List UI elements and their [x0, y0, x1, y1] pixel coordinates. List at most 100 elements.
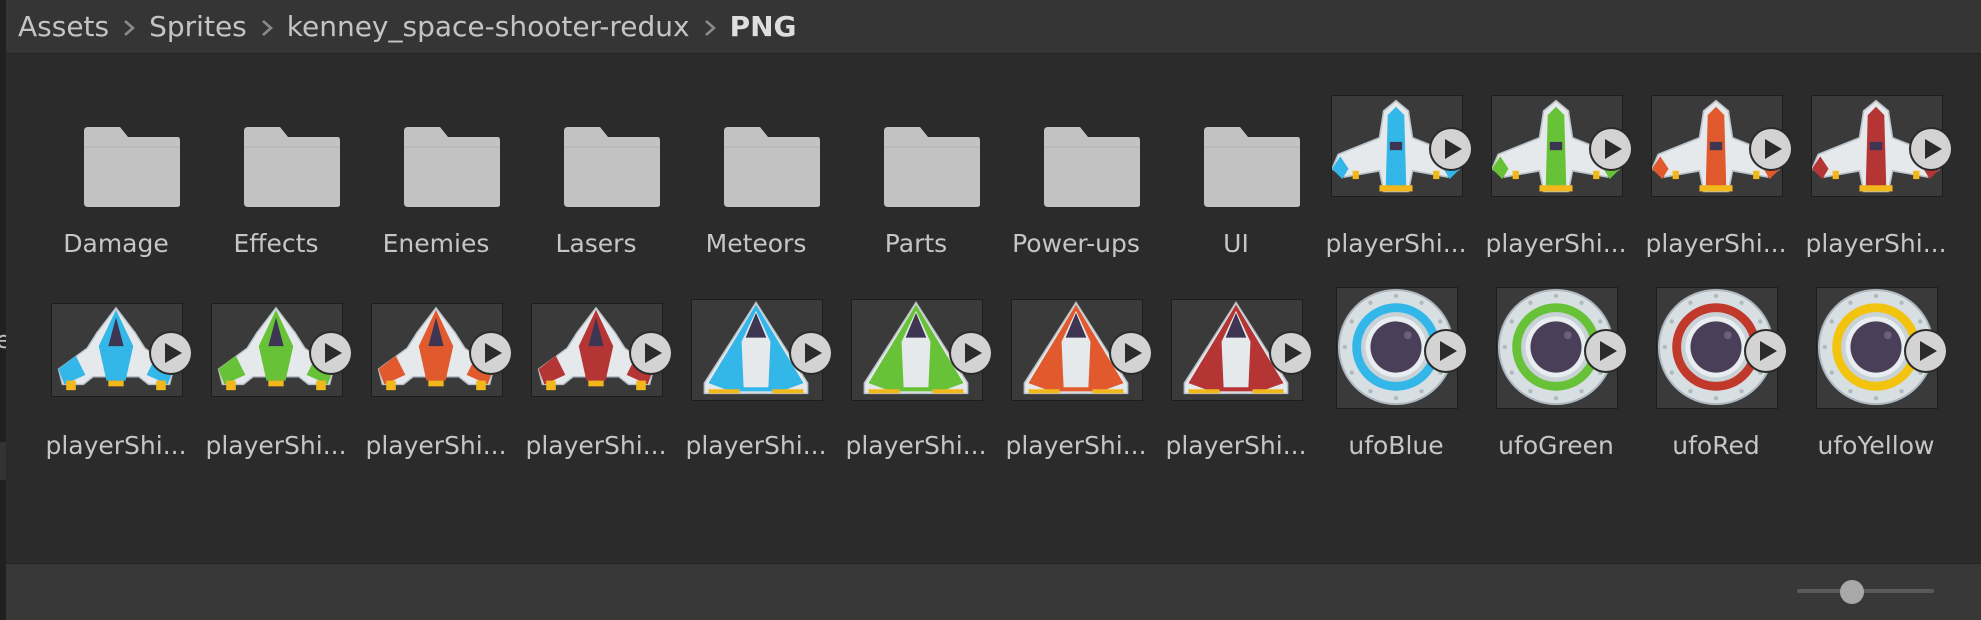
sprite-asset-item[interactable]: playerShi... — [841, 299, 991, 460]
asset-thumbnail — [1801, 287, 1951, 419]
breadcrumb-item[interactable]: Sprites — [149, 10, 247, 43]
asset-label: Effects — [233, 229, 319, 258]
sprite-asset-item[interactable]: playerShi... — [41, 303, 191, 460]
folder-icon — [404, 127, 500, 207]
folder-item[interactable]: Power-ups — [1001, 105, 1151, 258]
play-icon[interactable] — [1111, 333, 1151, 373]
chevron-right-icon — [261, 19, 273, 36]
asset-label: playerShi... — [685, 431, 827, 460]
sprite-asset-item[interactable]: playerShi... — [1161, 299, 1311, 460]
folder-item[interactable]: Meteors — [681, 105, 831, 258]
play-icon[interactable] — [1271, 333, 1311, 373]
asset-label: playerShi... — [45, 431, 187, 460]
asset-label: ufoBlue — [1348, 431, 1444, 460]
sprite-asset-item[interactable]: playerShi... — [1641, 95, 1791, 258]
asset-label: ufoRed — [1672, 431, 1760, 460]
breadcrumb-item[interactable]: kenney_space-shooter-redux — [287, 10, 690, 43]
play-icon[interactable] — [471, 333, 511, 373]
play-icon[interactable] — [951, 333, 991, 373]
asset-label: playerShi... — [1325, 229, 1467, 258]
asset-thumbnail — [841, 299, 991, 419]
asset-label: playerShi... — [365, 431, 507, 460]
folder-item[interactable]: UI — [1161, 105, 1311, 258]
sprite-asset-item[interactable]: playerShi... — [681, 299, 831, 460]
asset-label: UI — [1223, 229, 1249, 258]
asset-label: Damage — [63, 229, 169, 258]
project-browser-panel: Assets Sprites kenney_space-shooter-redux P… — [6, 0, 1981, 620]
folder-icon — [244, 127, 340, 207]
folder-icon — [84, 127, 180, 207]
play-icon[interactable] — [1591, 129, 1631, 169]
asset-label: Power-ups — [1012, 229, 1140, 258]
asset-thumbnail — [361, 105, 511, 217]
sprite-asset-item[interactable]: playerShi... — [521, 303, 671, 460]
asset-label: ufoGreen — [1498, 431, 1614, 460]
sprite-asset-item[interactable]: ufoGreen — [1481, 287, 1631, 460]
asset-label: playerShi... — [525, 431, 667, 460]
asset-thumbnail — [1481, 287, 1631, 419]
asset-label: ufoYellow — [1817, 431, 1935, 460]
play-icon[interactable] — [1911, 129, 1951, 169]
play-icon[interactable] — [311, 333, 351, 373]
play-icon[interactable] — [791, 333, 831, 373]
asset-thumbnail — [1801, 95, 1951, 217]
zoom-slider-track[interactable] — [1797, 589, 1934, 593]
folder-icon — [724, 127, 820, 207]
play-icon[interactable] — [1426, 331, 1466, 371]
play-icon[interactable] — [151, 333, 191, 373]
play-icon[interactable] — [1746, 331, 1786, 371]
sprite-asset-item[interactable]: playerShi... — [361, 303, 511, 460]
folder-item[interactable]: Effects — [201, 105, 351, 258]
folder-item[interactable]: Lasers — [521, 105, 671, 258]
folder-item[interactable]: Damage — [41, 105, 191, 258]
play-icon[interactable] — [1586, 331, 1626, 371]
sprite-asset-item[interactable]: ufoYellow — [1801, 287, 1951, 460]
asset-label: playerShi... — [1645, 229, 1787, 258]
chevron-right-icon — [124, 19, 136, 36]
asset-thumbnail — [1161, 299, 1311, 419]
folder-item[interactable]: Parts — [841, 105, 991, 258]
chevron-right-icon — [704, 19, 716, 36]
asset-thumbnail — [1641, 287, 1791, 419]
sprite-asset-item[interactable]: ufoBlue — [1321, 287, 1471, 460]
breadcrumb: Assets Sprites kenney_space-shooter-redux P… — [6, 0, 1981, 54]
folder-icon — [564, 127, 660, 207]
asset-label: playerShi... — [1165, 431, 1307, 460]
folder-icon — [884, 127, 980, 207]
asset-thumbnail — [1161, 105, 1311, 217]
asset-thumbnail — [1321, 287, 1471, 419]
breadcrumb-item[interactable]: Assets — [18, 10, 109, 43]
asset-label: Parts — [884, 229, 948, 258]
sprite-asset-item[interactable]: playerShi... — [1001, 299, 1151, 460]
folder-icon — [1044, 127, 1140, 207]
asset-thumbnail — [681, 105, 831, 217]
asset-thumbnail — [41, 303, 191, 419]
asset-thumbnail — [521, 303, 671, 419]
asset-thumbnail — [1641, 95, 1791, 217]
sprite-asset-item[interactable]: playerShi... — [1321, 95, 1471, 258]
asset-label: Enemies — [382, 229, 490, 258]
sprite-asset-item[interactable]: playerShi... — [1481, 95, 1631, 258]
asset-thumbnail — [1321, 95, 1471, 217]
sprite-asset-item[interactable]: playerShi... — [201, 303, 351, 460]
asset-thumbnail — [681, 299, 831, 419]
asset-label: playerShi... — [1805, 229, 1947, 258]
folder-icon — [1204, 127, 1300, 207]
breadcrumb-item[interactable]: PNG — [730, 10, 797, 43]
sprite-asset-item[interactable]: playerShi... — [1801, 95, 1951, 258]
folder-item[interactable]: Enemies — [361, 105, 511, 258]
play-icon[interactable] — [631, 333, 671, 373]
play-icon[interactable] — [1431, 129, 1471, 169]
asset-label: Lasers — [555, 229, 637, 258]
asset-label: playerShi... — [845, 431, 987, 460]
asset-thumbnail — [201, 303, 351, 419]
zoom-slider-handle[interactable] — [1839, 580, 1864, 604]
asset-label: playerShi... — [1005, 431, 1147, 460]
play-icon[interactable] — [1751, 129, 1791, 169]
asset-thumbnail — [361, 303, 511, 419]
asset-label: Meteors — [705, 229, 807, 258]
sprite-asset-item[interactable]: ufoRed — [1641, 287, 1791, 460]
play-icon[interactable] — [1906, 331, 1946, 371]
asset-label: playerShi... — [1485, 229, 1627, 258]
asset-thumbnail — [1481, 95, 1631, 217]
